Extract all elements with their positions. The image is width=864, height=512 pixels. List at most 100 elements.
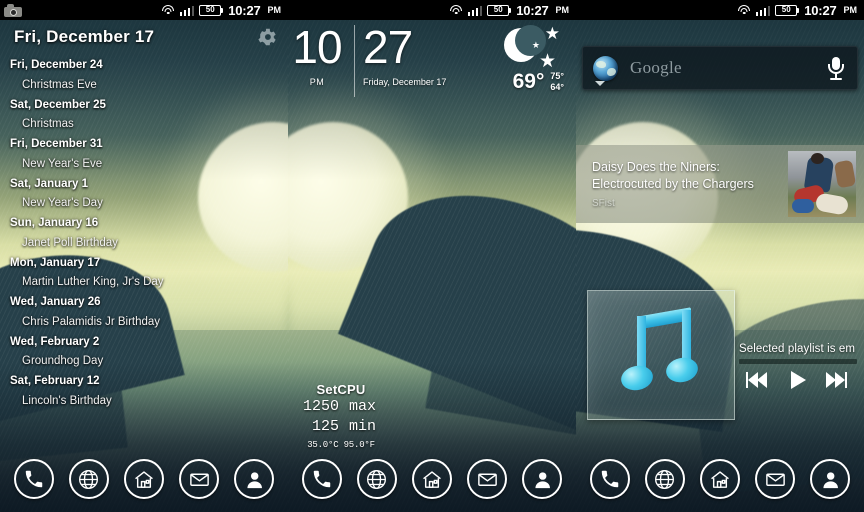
signal-bars-icon (467, 5, 483, 16)
envelope-icon (188, 468, 211, 491)
dock-panel-2 (288, 452, 576, 512)
music-progress-bar[interactable] (739, 359, 857, 364)
dock-item-contacts[interactable] (234, 459, 275, 499)
phone-icon (23, 468, 45, 490)
calendar-entry-event[interactable]: New Year's Eve (10, 155, 278, 175)
calendar-entry-date[interactable]: Sun, January 16 (10, 214, 278, 234)
status-bar-ampm: PM (267, 5, 282, 15)
calendar-header: Fri, December 17 (10, 26, 278, 48)
play-icon[interactable] (785, 370, 811, 390)
signal-bars-icon (179, 5, 195, 16)
news-thumbnail (788, 151, 856, 217)
calendar-widget[interactable]: Fri, December 17 Fri, December 24 Christm… (0, 20, 288, 412)
music-player-widget[interactable]: Selected playlist is em (576, 285, 864, 425)
dock-item-email[interactable] (179, 459, 220, 499)
dock-item-browser[interactable] (68, 459, 109, 499)
calendar-entry-date[interactable]: Sat, December 25 (10, 96, 278, 116)
battery-icon: 50 (775, 4, 800, 16)
skip-previous-icon[interactable] (745, 370, 772, 390)
weather-widget[interactable]: ★ ★ ★ 69° 75° 64° (502, 20, 576, 92)
clock-hour: 10 (292, 21, 342, 73)
status-bar: 50 10:27 PM (576, 0, 864, 20)
calendar-event-list[interactable]: Fri, December 24 Christmas Eve Sat, Decemb… (10, 56, 278, 412)
weather-high-temp: 75° (550, 71, 564, 82)
clock-divider (354, 25, 355, 97)
dock-item-contacts[interactable] (810, 459, 851, 499)
signal-bars-icon (755, 5, 771, 16)
setcpu-temperature: 35.0°C 95.0°F (307, 439, 375, 450)
camera-icon (4, 3, 22, 17)
news-widget[interactable]: Daisy Does the Niners: Electrocuted by t… (576, 145, 864, 223)
setcpu-widget[interactable]: SetCPU 1250 max 125 min 35.0°C 95.0°F (286, 380, 396, 454)
calendar-entry-event[interactable]: Christmas Eve (10, 76, 278, 96)
album-art[interactable] (587, 290, 735, 420)
calendar-entry-date[interactable]: Wed, January 26 (10, 293, 278, 313)
status-bar-ampm: PM (555, 5, 570, 15)
dock-item-phone[interactable] (13, 459, 54, 499)
status-bar: 50 10:27 PM (0, 0, 288, 20)
status-bar-time: 10:27 (516, 2, 549, 18)
music-controls: Selected playlist is em (739, 343, 864, 390)
dock-item-email[interactable] (755, 459, 796, 499)
dock-item-phone[interactable] (589, 459, 630, 499)
setcpu-max-value: 1250 (302, 398, 339, 415)
chevron-down-icon[interactable] (595, 81, 605, 86)
calendar-entry-date[interactable]: Mon, January 17 (10, 254, 278, 274)
calendar-entry-date[interactable]: Sat, January 1 (10, 175, 278, 195)
google-search-widget[interactable]: Google (582, 46, 858, 90)
skip-next-icon[interactable] (824, 370, 850, 390)
calendar-entry-date[interactable]: Wed, February 2 (10, 333, 278, 353)
calendar-entry-event[interactable]: Christmas (10, 115, 278, 135)
calendar-entry-date[interactable]: Fri, December 24 (10, 56, 278, 76)
home-icon (708, 468, 732, 491)
calendar-entry-event[interactable]: Janet Poll Birthday (10, 234, 278, 254)
globe-icon[interactable] (593, 55, 618, 81)
battery-icon: 50 (487, 4, 512, 16)
gear-icon[interactable] (256, 26, 278, 48)
globe-icon (365, 468, 388, 491)
calendar-entry-event[interactable]: Martin Luther King, Jr's Day (10, 273, 278, 293)
wifi-icon (162, 4, 175, 16)
search-input[interactable]: Google (630, 58, 682, 78)
person-icon (819, 468, 842, 491)
clock-hour-block[interactable]: 10 PM (288, 20, 346, 87)
dock-item-browser[interactable] (356, 459, 397, 499)
calendar-entry-date[interactable]: Sat, February 12 (10, 372, 278, 392)
home-icon (132, 468, 156, 491)
dock-item-browser[interactable] (644, 459, 685, 499)
dock-item-email[interactable] (467, 459, 508, 499)
dock-item-contacts[interactable] (522, 459, 563, 499)
battery-level: 50 (775, 4, 798, 16)
dock-item-home[interactable] (123, 459, 164, 499)
microphone-icon[interactable] (825, 55, 847, 81)
music-note-icon (615, 307, 707, 402)
home-screen: 50 10:27 PM Fri, December 17 Fri, Decemb… (0, 0, 864, 512)
home-icon (420, 468, 444, 491)
status-bar-ampm: PM (843, 5, 858, 15)
setcpu-min-value: 125 (311, 418, 339, 436)
status-bar-time: 10:27 (804, 2, 837, 18)
globe-icon (77, 468, 100, 491)
calendar-entry-event[interactable]: Chris Palamidis Jr Birthday (10, 313, 278, 333)
weather-current-temp: 69° (512, 70, 545, 93)
setcpu-max-label: max (349, 398, 377, 415)
calendar-entry-date[interactable]: Fri, December 31 (10, 135, 278, 155)
dock-item-home[interactable] (699, 459, 740, 499)
setcpu-title: SetCPU (316, 382, 366, 397)
dock-panel-1 (0, 452, 288, 512)
calendar-entry-event[interactable]: New Year's Day (10, 194, 278, 214)
battery-icon: 50 (199, 4, 224, 16)
calendar-entry-event[interactable]: Groundhog Day (10, 352, 278, 372)
moon-stars-icon: ★ ★ ★ (502, 25, 564, 71)
clock-minute-block[interactable]: 27 Friday, December 17 (363, 20, 446, 87)
weather-low-temp: 64° (550, 81, 564, 92)
calendar-entry-event[interactable]: Lincoln's Birthday (10, 392, 278, 412)
home-panel-calendar: 50 10:27 PM Fri, December 17 Fri, Decemb… (0, 0, 288, 512)
clock-weather-widget[interactable]: 10 PM 27 Friday, December 17 ★ ★ ★ 69° 7 (288, 20, 576, 112)
setcpu-min-label: min (349, 418, 377, 436)
status-bar-time: 10:27 (228, 2, 261, 18)
wifi-icon (738, 4, 751, 16)
dock-item-home[interactable] (411, 459, 452, 499)
clock-date: Friday, December 17 (363, 77, 447, 87)
dock-item-phone[interactable] (301, 459, 342, 499)
